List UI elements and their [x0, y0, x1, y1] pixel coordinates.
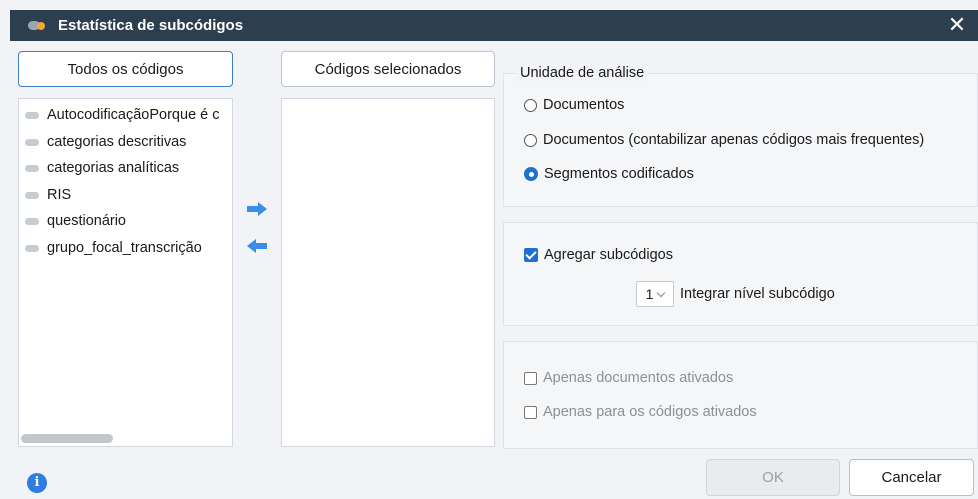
radio-documents[interactable]: Documentos — [524, 97, 624, 113]
radio-icon — [524, 133, 537, 147]
list-item[interactable]: AutocodificaçãoPorque é c — [25, 105, 220, 125]
info-icon[interactable]: i — [27, 473, 47, 493]
window-title: Estatística de subcódigos — [58, 17, 244, 34]
selected-codes-button[interactable]: Códigos selecionados — [281, 51, 495, 87]
title-bar: Estatística de subcódigos ✕ — [10, 10, 978, 41]
aggregate-subcodes-checkbox[interactable]: Agregar subcódigos — [524, 247, 673, 263]
code-toggle-icon — [25, 217, 39, 225]
code-toggle-icon — [25, 111, 39, 119]
code-toggle-icon — [25, 244, 39, 252]
checkbox-icon — [524, 405, 537, 419]
subcode-level-select[interactable]: 1 — [636, 281, 674, 307]
list-item[interactable]: grupo_focal_transcrição — [25, 238, 202, 258]
all-codes-list[interactable]: AutocodificaçãoPorque é c categorias des… — [18, 98, 233, 447]
cancel-button[interactable]: Cancelar — [849, 459, 974, 496]
filter-group — [503, 341, 978, 449]
all-codes-button[interactable]: Todos os códigos — [18, 51, 233, 87]
radio-icon — [524, 98, 537, 112]
ok-button[interactable]: OK — [706, 459, 840, 496]
code-toggle-icon — [25, 164, 39, 172]
chevron-down-icon — [657, 288, 666, 297]
radio-documents-frequent[interactable]: Documentos (contabilizar apenas códigos … — [524, 132, 924, 148]
code-toggle-icon — [25, 138, 39, 146]
radio-coded-segments[interactable]: Segmentos codificados — [524, 166, 694, 182]
move-right-arrow-icon[interactable] — [246, 201, 268, 217]
list-item[interactable]: categorias analíticas — [25, 158, 179, 178]
app-icon — [28, 18, 52, 34]
list-item[interactable]: categorias descritivas — [25, 132, 186, 152]
horizontal-scrollbar[interactable] — [21, 434, 113, 443]
only-active-documents-checkbox[interactable]: Apenas documentos ativados — [524, 370, 733, 386]
aggregate-group — [503, 222, 978, 326]
radio-selected-icon — [524, 167, 538, 181]
list-item[interactable]: RIS — [25, 185, 71, 205]
only-active-codes-checkbox[interactable]: Apenas para os códigos ativados — [524, 404, 757, 420]
unit-of-analysis-legend: Unidade de análise — [516, 65, 649, 81]
subcode-level-label: Integrar nível subcódigo — [680, 286, 835, 302]
checkbox-checked-icon — [524, 248, 538, 262]
list-item[interactable]: questionário — [25, 211, 126, 231]
code-toggle-icon — [25, 191, 39, 199]
move-left-arrow-icon[interactable] — [246, 238, 268, 254]
checkbox-icon — [524, 371, 537, 385]
close-button[interactable]: ✕ — [942, 10, 972, 41]
selected-codes-list[interactable] — [281, 98, 495, 447]
